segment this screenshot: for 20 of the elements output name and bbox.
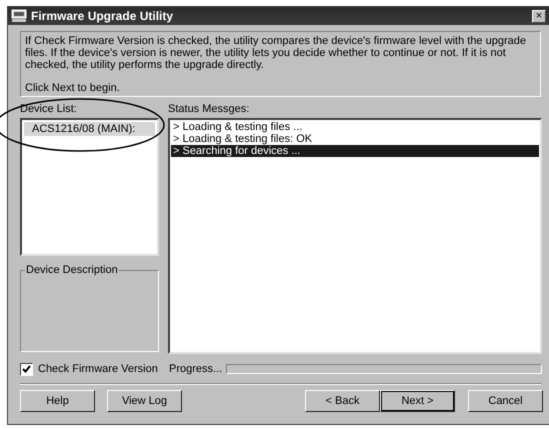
dialog-button[interactable]: Cancel <box>468 390 543 412</box>
status-messages-label: Status Messges: <box>168 103 250 116</box>
instruction-text: Click Next to begin. <box>25 82 121 94</box>
device-list-label: Device List: <box>20 103 78 116</box>
dialog-button[interactable]: < Back <box>305 390 380 412</box>
check-firmware-checkbox[interactable] <box>20 362 33 376</box>
device-description-label: Device Description <box>25 264 119 276</box>
check-firmware-label: Check Firmware Version <box>38 363 158 375</box>
instruction-text: If Check Firmware Version is checked, the utility compares the device's firmware level with the upgrade files. If the device's version is newer, the utility lets you decide whether to continue or not. If it is not checked, the utility performs the upgrade directly. <box>25 35 527 71</box>
status-message: > Searching for devices ... <box>171 145 539 157</box>
progress-label: Progress... <box>169 363 222 375</box>
window-title: Firmware Upgrade Utility <box>31 9 174 23</box>
dialog-button[interactable]: Next > <box>380 390 455 412</box>
dialog-button[interactable]: View Log <box>107 390 182 412</box>
status-message: > Loading & testing files: OK <box>172 133 314 145</box>
status-message: > Loading & testing files ... <box>172 121 304 133</box>
device-list-item[interactable]: ACS1216/08 (MAIN): <box>24 122 155 136</box>
close-button[interactable]: × <box>532 10 546 22</box>
dialog-button[interactable]: Help <box>20 390 95 412</box>
app-icon <box>11 9 27 23</box>
